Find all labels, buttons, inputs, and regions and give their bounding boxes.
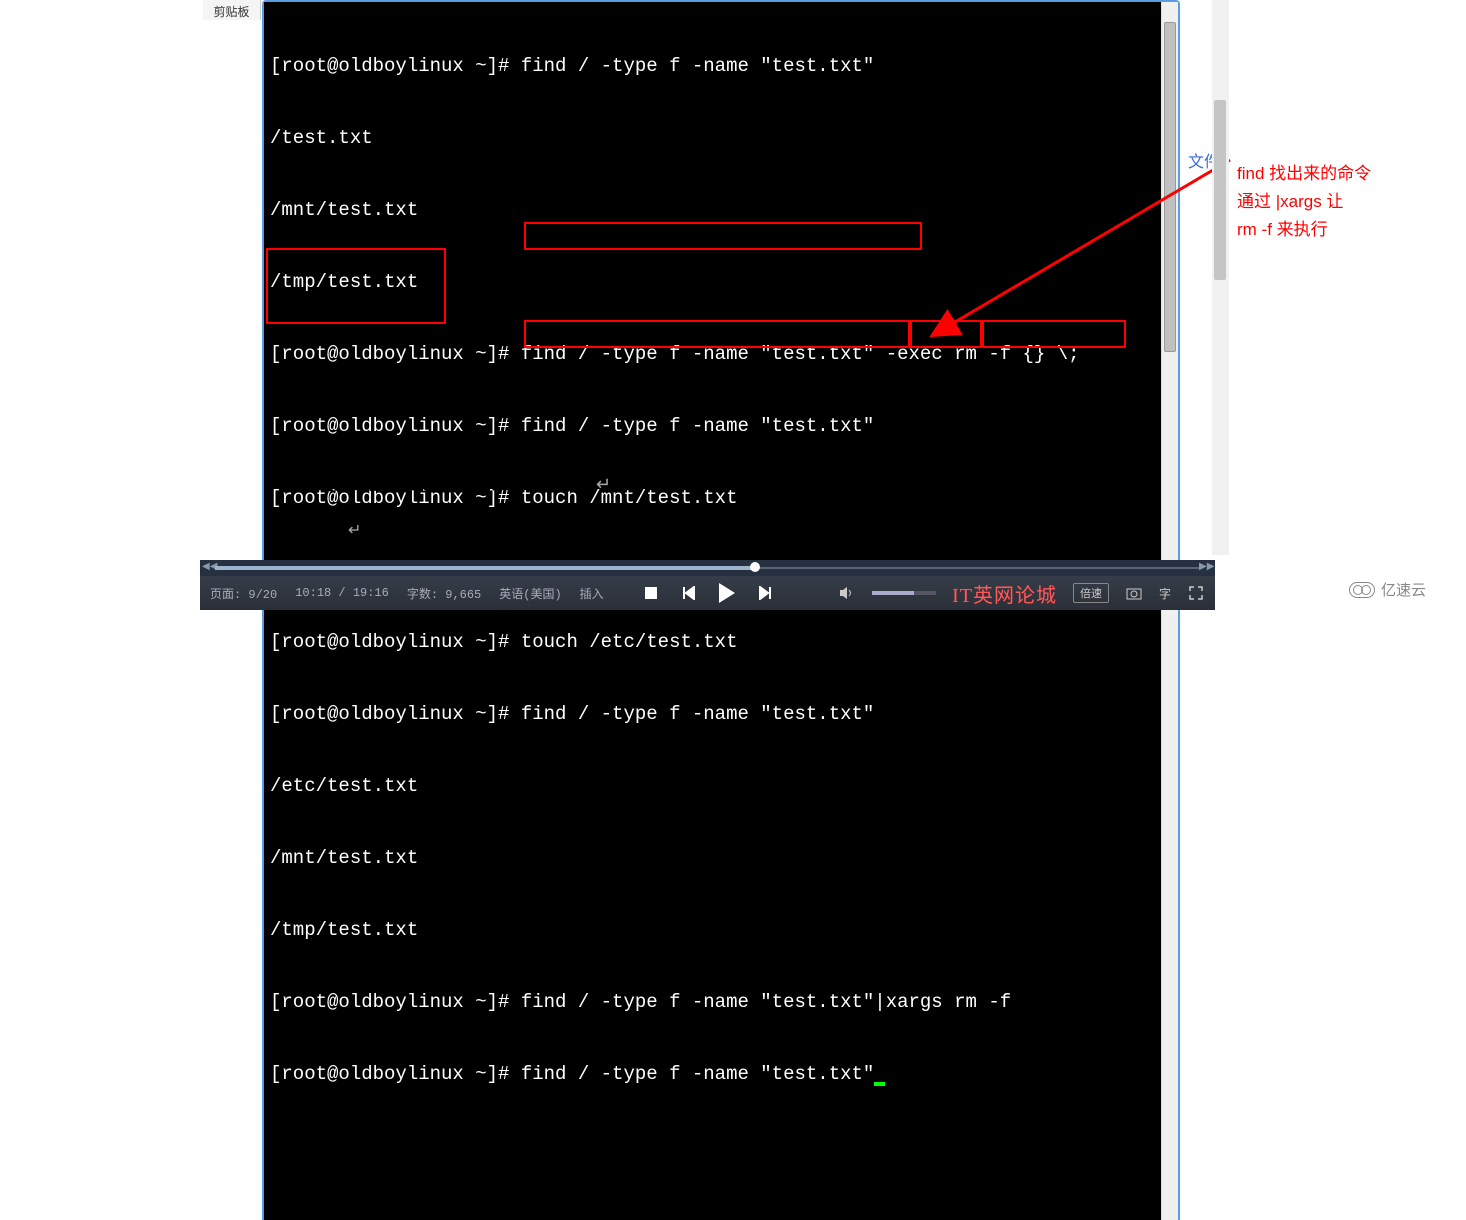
overlay-watermark-text: IT英网论城: [952, 579, 1057, 608]
subtitle-button[interactable]: 字: [1159, 585, 1171, 602]
volume-icon[interactable]: [838, 584, 856, 602]
insert-mode: 插入: [580, 585, 604, 602]
video-player-bar: ◀◀ ▶▶ 页面: 9/20 10:18 / 19:16 字数: 9,665 英…: [200, 560, 1215, 610]
annotation: find 找出来的命令 通过 |xargs 让 rm -f 来执行: [1237, 160, 1371, 244]
annotation-line: find 找出来的命令: [1237, 160, 1371, 188]
terminal-line: /tmp/test.txt: [270, 918, 1172, 942]
step-back-icon[interactable]: ◀◀: [202, 561, 216, 575]
doc-answer-label: 解答：↵: [300, 516, 611, 540]
doc-heading: 7.退出到上级目录，删除 data 目录。↵: [300, 470, 611, 496]
volume-slider[interactable]: [872, 591, 936, 595]
doc-scrollbar[interactable]: [1212, 0, 1229, 555]
next-button[interactable]: [756, 584, 774, 602]
prev-button[interactable]: [680, 584, 698, 602]
word-count: 字数: 9,665: [407, 585, 481, 602]
step-fwd-icon[interactable]: ▶▶: [1199, 561, 1213, 575]
terminal-window: [root@oldboylinux ~]# find / -type f -na…: [262, 0, 1180, 1220]
terminal-line: [root@oldboylinux ~]# find / -type f -na…: [270, 990, 1172, 1014]
terminal-line: [root@oldboylinux ~]# touch /etc/test.tx…: [270, 630, 1172, 654]
terminal-line: [root@oldboylinux ~]# find / -type f -na…: [270, 54, 1172, 78]
annotation-line: 通过 |xargs 让: [1237, 188, 1371, 216]
clipboard-label: 剪贴板: [203, 0, 261, 20]
page-info: 页面: 9/20: [210, 585, 277, 602]
fullscreen-icon[interactable]: [1187, 584, 1205, 602]
document-body: 7.退出到上级目录，删除 data 目录。↵ 解答：↵: [300, 470, 611, 540]
watermark: 亿速云: [1349, 579, 1426, 600]
terminal-line: /mnt/test.txt: [270, 846, 1172, 870]
highlight-box: [524, 222, 922, 250]
watermark-logo-icon: [1349, 582, 1375, 598]
terminal-scrollbar[interactable]: [1161, 2, 1178, 1220]
terminal-line: [root@oldboylinux ~]# find / -type f -na…: [270, 702, 1172, 726]
speed-button[interactable]: 倍速: [1073, 583, 1109, 603]
time-display: 10:18 / 19:16: [295, 586, 389, 600]
seek-knob[interactable]: [750, 562, 760, 572]
cursor: [874, 1082, 885, 1086]
terminal-line: [root@oldboylinux ~]# find / -type f -na…: [270, 414, 1172, 438]
terminal-line: [root@oldboylinux ~]# find / -type f -na…: [270, 342, 1172, 366]
stop-button[interactable]: [642, 584, 660, 602]
terminal-line: /tmp/test.txt: [270, 270, 1172, 294]
terminal-line: /mnt/test.txt: [270, 198, 1172, 222]
lang-info: 英语(美国): [499, 585, 561, 602]
watermark-text: 亿速云: [1381, 579, 1426, 600]
seek-track[interactable]: ◀◀ ▶▶: [200, 560, 1215, 576]
terminal-body[interactable]: [root@oldboylinux ~]# find / -type f -na…: [264, 2, 1178, 1220]
capture-icon[interactable]: [1125, 584, 1143, 602]
terminal-line: /test.txt: [270, 126, 1172, 150]
terminal-line: /etc/test.txt: [270, 774, 1172, 798]
terminal-line: [root@oldboylinux ~]# find / -type f -na…: [270, 1062, 1172, 1086]
annotation-line: rm -f 来执行: [1237, 216, 1371, 244]
play-button[interactable]: [718, 584, 736, 602]
